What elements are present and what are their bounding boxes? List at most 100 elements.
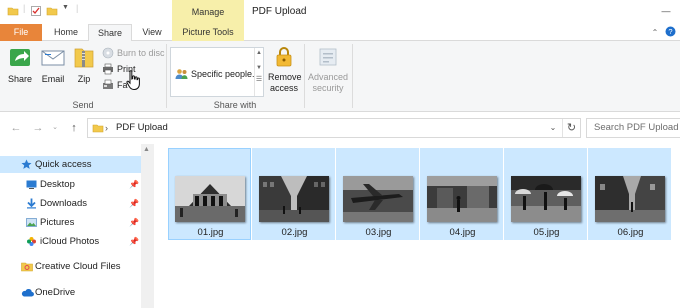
gallery-more-icon[interactable]: ☰ xyxy=(255,75,263,83)
people-icon xyxy=(175,68,188,83)
nav-item-pictures[interactable]: Pictures xyxy=(26,214,136,231)
recent-locations-chevron-icon[interactable]: ⌄ xyxy=(50,120,60,136)
gallery-up-arrow-icon[interactable]: ▲ xyxy=(255,50,263,56)
email-button[interactable]: Email xyxy=(38,45,68,85)
ribbon-separator-advanced xyxy=(352,44,353,108)
title-separator-2: | xyxy=(76,3,79,13)
share-icon xyxy=(8,49,32,71)
nav-label-onedrive: OneDrive xyxy=(35,287,76,298)
image-thumbnail xyxy=(259,176,329,222)
burn-to-disc-button: Burn to disc xyxy=(102,46,165,60)
forward-arrow-icon[interactable]: → xyxy=(30,120,46,136)
disc-icon xyxy=(102,47,114,63)
file-name: 04.jpg xyxy=(449,227,476,238)
remove-access-label-line1: Remove xyxy=(268,72,302,82)
ribbon-separator-send xyxy=(166,44,167,108)
nav-item-icloud-photos[interactable]: iCloud Photos xyxy=(26,233,136,250)
tab-home[interactable]: Home xyxy=(46,24,86,41)
nav-label-desktop: Desktop xyxy=(40,179,75,190)
file-name: 05.jpg xyxy=(533,227,560,238)
nav-label-downloads: Downloads xyxy=(40,198,87,209)
tab-view[interactable]: View xyxy=(134,24,170,41)
icloud-photos-icon xyxy=(26,236,37,253)
printer-icon xyxy=(102,63,114,79)
zip-label: Zip xyxy=(77,74,91,84)
hand-pointer-cursor-icon xyxy=(125,69,143,93)
share-label: Share xyxy=(7,74,33,84)
file-tile[interactable]: 02.jpg xyxy=(252,148,335,240)
file-tile[interactable]: 04.jpg xyxy=(420,148,503,240)
advanced-security-label-line2: security xyxy=(312,83,344,93)
file-name: 06.jpg xyxy=(617,227,644,238)
share-button[interactable]: Share xyxy=(6,45,34,85)
security-shield-icon xyxy=(317,48,339,71)
nav-label-icloud-photos: iCloud Photos xyxy=(40,236,100,247)
back-arrow-icon[interactable]: ← xyxy=(8,120,24,136)
star-icon xyxy=(21,159,32,176)
tab-share[interactable]: Share xyxy=(88,24,132,42)
expand-ribbon-chevron-icon[interactable]: ⌃ xyxy=(648,26,662,39)
gallery-down-arrow-icon[interactable]: ▼ xyxy=(255,65,263,71)
new-folder-icon[interactable] xyxy=(46,5,58,19)
nav-label-pictures: Pictures xyxy=(40,217,75,228)
folder-icon xyxy=(7,5,19,19)
pin-icon[interactable]: 📌 xyxy=(129,218,139,227)
pin-icon[interactable]: 📌 xyxy=(129,199,139,208)
svg-text:?: ? xyxy=(668,27,672,36)
nav-scrollbar[interactable]: ▲ xyxy=(141,144,154,308)
nav-item-quick-access[interactable]: Quick access xyxy=(0,156,141,173)
image-thumbnail xyxy=(343,176,413,222)
nav-label-creative-cloud-files: Creative Cloud Files xyxy=(35,261,121,272)
search-placeholder: Search PDF Upload xyxy=(594,122,679,133)
minimize-button[interactable]: — xyxy=(656,0,676,24)
advanced-security-button: Advanced security xyxy=(306,45,350,94)
manage-tab[interactable]: Manage xyxy=(172,0,244,24)
breadcrumb-chevron-icon[interactable]: › xyxy=(105,119,108,137)
file-tile[interactable]: 06.jpg xyxy=(588,148,671,240)
refresh-icon[interactable]: ↻ xyxy=(562,119,580,137)
pictures-icon xyxy=(26,217,37,234)
properties-icon[interactable] xyxy=(30,5,42,19)
creative-cloud-folder-icon xyxy=(21,261,33,278)
nav-item-creative-cloud-files[interactable]: Creative Cloud Files xyxy=(21,258,141,275)
image-thumbnail xyxy=(427,176,497,222)
help-icon[interactable]: ? xyxy=(663,26,677,39)
address-dropdown-chevron-icon[interactable]: ⌄ xyxy=(546,119,560,137)
share-with-group-label: Share with xyxy=(213,100,257,110)
pin-icon[interactable]: 📌 xyxy=(129,180,139,189)
up-arrow-icon[interactable]: ↑ xyxy=(66,120,82,136)
advanced-security-label-line1: Advanced xyxy=(307,72,349,82)
image-thumbnail xyxy=(511,176,581,222)
specific-people-label: Specific people... xyxy=(191,69,255,79)
file-name: 01.jpg xyxy=(197,227,224,238)
zip-button[interactable]: Zip xyxy=(72,45,96,85)
breadcrumb-path[interactable]: PDF Upload xyxy=(116,119,168,137)
download-arrow-icon xyxy=(26,198,37,215)
specific-people-button[interactable]: Specific people... xyxy=(173,65,255,83)
file-name: 02.jpg xyxy=(281,227,308,238)
pin-icon[interactable]: 📌 xyxy=(129,237,139,246)
ribbon-tab-row: File Home Share View Picture Tools ⌃ ? xyxy=(0,24,680,42)
gallery-scroll[interactable]: ▲ ▼ ☰ xyxy=(254,48,263,96)
address-folder-icon xyxy=(92,122,104,136)
zip-folder-icon xyxy=(73,48,95,71)
image-thumbnail xyxy=(595,176,665,222)
nav-item-onedrive[interactable]: OneDrive xyxy=(21,284,141,301)
scroll-up-arrow-icon[interactable]: ▲ xyxy=(143,146,150,153)
file-tile[interactable]: 05.jpg xyxy=(504,148,587,240)
nav-item-desktop[interactable]: Desktop xyxy=(26,176,136,193)
ribbon: Share Email Zip Burn to disc Print Fa Se… xyxy=(0,41,680,112)
desktop-icon xyxy=(26,179,37,196)
search-input[interactable]: Search PDF Upload xyxy=(586,118,680,138)
remove-access-button[interactable]: Remove access xyxy=(268,45,302,94)
address-bar[interactable]: › PDF Upload ⌄ ↻ xyxy=(87,118,581,138)
email-icon xyxy=(40,50,66,71)
title-bar: | ▼ | Manage PDF Upload — xyxy=(0,0,680,24)
tab-file[interactable]: File xyxy=(0,24,42,41)
file-tile[interactable]: 01.jpg xyxy=(168,148,251,240)
tab-picture-tools[interactable]: Picture Tools xyxy=(172,24,244,41)
fax-button[interactable]: Fa xyxy=(102,78,128,92)
customize-toolbar-chevron-icon[interactable]: ▼ xyxy=(62,4,69,11)
file-tile[interactable]: 03.jpg xyxy=(336,148,419,240)
nav-item-downloads[interactable]: Downloads xyxy=(26,195,136,212)
